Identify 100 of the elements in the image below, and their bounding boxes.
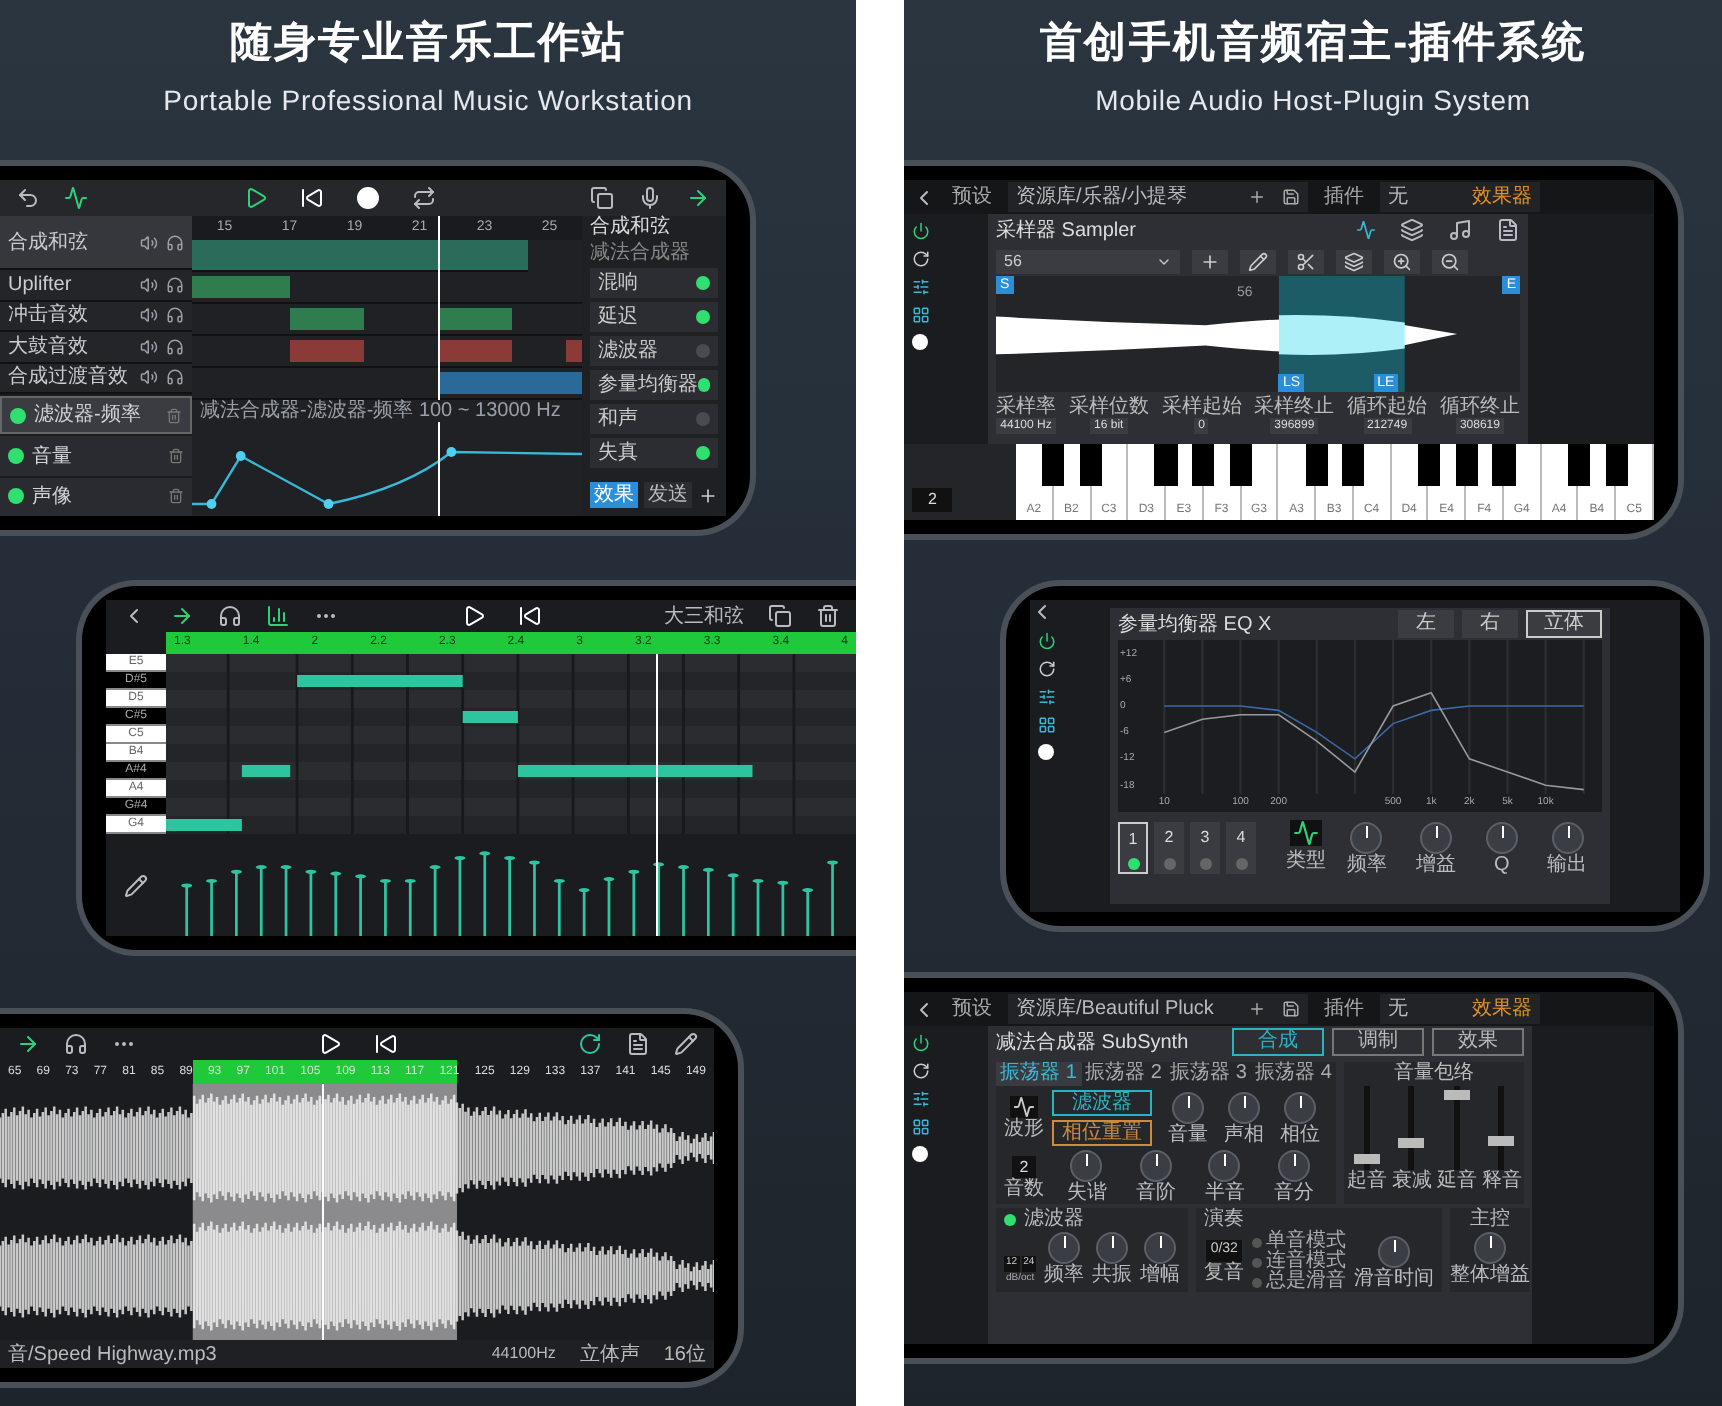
grid-icon[interactable] xyxy=(911,1118,929,1136)
clip[interactable] xyxy=(289,308,364,330)
oscillator-tab[interactable]: 振荡器 2 xyxy=(1081,1062,1166,1086)
track-header[interactable]: 合成和弦 xyxy=(0,216,192,271)
grid-icon[interactable] xyxy=(1037,716,1055,734)
zoom-out-icon[interactable] xyxy=(1432,249,1468,273)
knob[interactable] xyxy=(1048,1232,1081,1264)
mode-option[interactable]: 总是滑音 xyxy=(1252,1272,1347,1292)
trash-icon[interactable] xyxy=(816,604,840,628)
rotate-icon[interactable] xyxy=(1037,660,1055,678)
headphones-icon[interactable] xyxy=(166,233,184,252)
arrow-icon[interactable] xyxy=(170,604,194,628)
copy-icon[interactable] xyxy=(590,186,614,210)
clip[interactable] xyxy=(192,276,290,298)
toggle-button[interactable]: 滤波器 xyxy=(1052,1090,1152,1116)
mode-option[interactable]: 单音模式 xyxy=(1252,1232,1347,1252)
knob[interactable] xyxy=(1350,821,1383,853)
layers-icon[interactable] xyxy=(1336,249,1372,273)
fader-handle[interactable] xyxy=(1443,1089,1470,1100)
automation-curve[interactable] xyxy=(192,444,582,512)
knob[interactable] xyxy=(1096,1232,1129,1264)
speaker-icon[interactable] xyxy=(140,337,158,356)
oscillator-tab[interactable]: 振荡器 3 xyxy=(1166,1062,1251,1086)
channel-button[interactable]: 立体 xyxy=(1526,610,1602,638)
effects-button[interactable]: 效果器 xyxy=(1472,182,1532,212)
clip[interactable] xyxy=(192,240,528,272)
knob[interactable] xyxy=(1228,1091,1260,1123)
knob[interactable] xyxy=(1378,1235,1411,1267)
rotate-icon[interactable] xyxy=(578,1032,602,1056)
oscillator-tab[interactable]: 振荡器 4 xyxy=(1251,1062,1336,1086)
knob[interactable] xyxy=(1139,1150,1172,1182)
knob[interactable] xyxy=(1144,1232,1177,1264)
pulse-icon[interactable] xyxy=(64,186,88,210)
clip[interactable] xyxy=(437,372,582,394)
pencil-icon[interactable] xyxy=(124,873,148,897)
arrow-icon[interactable] xyxy=(16,1032,40,1056)
fader-handle[interactable] xyxy=(1488,1136,1515,1147)
power-icon[interactable] xyxy=(911,222,929,240)
plugin-field[interactable]: 无 效果器 xyxy=(1380,182,1540,212)
speaker-icon[interactable] xyxy=(140,233,158,252)
file-icon[interactable] xyxy=(626,1032,650,1056)
channel-button[interactable]: 左 xyxy=(1398,610,1454,638)
fader-handle[interactable] xyxy=(1398,1137,1425,1148)
record-icon[interactable] xyxy=(355,186,379,210)
toggle-button[interactable]: 相位重置 xyxy=(1052,1120,1152,1146)
knob[interactable] xyxy=(1420,821,1453,853)
preset-field[interactable]: 资源库/乐器/小提琴 xyxy=(1008,182,1308,212)
mode-option[interactable]: 连音模式 xyxy=(1252,1252,1347,1272)
pencil-icon[interactable] xyxy=(674,1032,698,1056)
knob[interactable] xyxy=(1284,1091,1316,1123)
play-icon[interactable] xyxy=(461,604,485,628)
undo-icon[interactable] xyxy=(16,186,40,210)
band-button[interactable]: 1 xyxy=(1118,822,1148,874)
curve-icon[interactable] xyxy=(1290,820,1322,846)
band-button[interactable]: 4 xyxy=(1226,822,1256,874)
track-header[interactable]: 冲击音效 xyxy=(0,301,192,333)
wave-icon[interactable] xyxy=(1356,220,1376,240)
effects-button[interactable]: 效果器 xyxy=(1472,994,1532,1024)
preset-field[interactable]: 资源库/Beautiful Pluck xyxy=(1008,994,1308,1024)
note-grid[interactable] xyxy=(166,654,856,834)
layers-icon[interactable] xyxy=(1400,218,1424,242)
waveform-icon[interactable] xyxy=(1010,1096,1038,1118)
track-header[interactable]: Uplifter xyxy=(0,270,192,302)
clip[interactable] xyxy=(437,308,512,330)
add-icon[interactable] xyxy=(1192,249,1228,273)
power-icon[interactable] xyxy=(911,1034,929,1052)
voices-field[interactable]: 2 xyxy=(1011,1155,1037,1177)
scissors-icon[interactable] xyxy=(1288,249,1324,273)
pencil-icon[interactable] xyxy=(1240,249,1276,273)
knob[interactable] xyxy=(1277,1150,1310,1182)
sliders-icon[interactable] xyxy=(1037,688,1055,706)
rotate-icon[interactable] xyxy=(911,250,929,268)
save-icon[interactable] xyxy=(1282,188,1300,206)
add-icon[interactable] xyxy=(1248,1000,1266,1018)
knob[interactable] xyxy=(1551,821,1584,853)
knob[interactable] xyxy=(1208,1150,1241,1182)
automation-lane[interactable]: 滤波器-频率 xyxy=(0,396,192,435)
play-icon[interactable] xyxy=(317,1032,341,1056)
add-icon[interactable] xyxy=(698,483,718,507)
automation-lane[interactable]: 声像 xyxy=(0,477,192,516)
mode-tab[interactable]: 效果 xyxy=(1432,1028,1524,1056)
add-icon[interactable] xyxy=(1248,188,1266,206)
copy-icon[interactable] xyxy=(768,604,792,628)
skip-back-icon[interactable] xyxy=(373,1032,397,1056)
band-button[interactable]: 2 xyxy=(1154,822,1184,874)
effect-item[interactable]: 延迟 xyxy=(590,302,718,332)
oscillator-tab[interactable]: 振荡器 1 xyxy=(996,1062,1081,1086)
sliders-icon[interactable] xyxy=(911,278,929,296)
tab[interactable]: 发送 xyxy=(644,482,692,508)
plugin-field[interactable]: 无 效果器 xyxy=(1380,994,1540,1024)
power-icon[interactable] xyxy=(1037,632,1055,650)
sliders-icon[interactable] xyxy=(911,1090,929,1108)
skip-back-icon[interactable] xyxy=(299,186,323,210)
track-header[interactable]: 合成过渡音效 xyxy=(0,363,192,394)
track-header[interactable]: 大鼓音效 xyxy=(0,332,192,364)
headphones-icon[interactable] xyxy=(64,1032,88,1056)
knob[interactable] xyxy=(1474,1232,1507,1264)
mic-icon[interactable] xyxy=(638,186,662,210)
octave-field[interactable]: 2 xyxy=(912,488,953,512)
fader-handle[interactable] xyxy=(1353,1154,1380,1165)
